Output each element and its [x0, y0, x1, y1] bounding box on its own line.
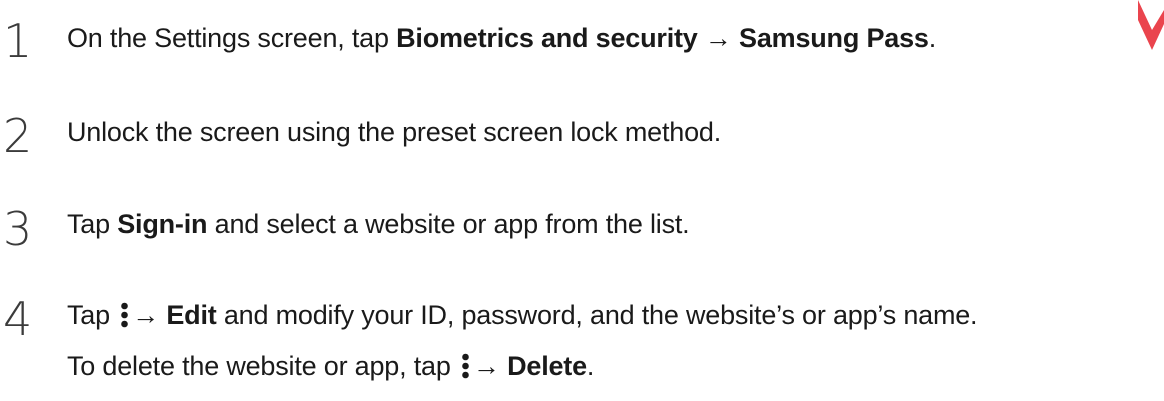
arrow-symbol: →: [472, 351, 508, 381]
step-number: 2: [3, 109, 33, 163]
step-bold-term: Delete: [507, 351, 587, 381]
step-bold-term: Edit: [166, 300, 217, 330]
step-number: 3: [3, 202, 33, 256]
step-text-suffix: .: [928, 23, 937, 53]
step-text: Unlock the screen using the preset scree…: [67, 117, 722, 147]
step-text: On the Settings screen, tap Biometrics a…: [67, 22, 936, 54]
step-number: 4: [3, 292, 33, 346]
subtext-suffix: .: [586, 351, 595, 381]
step-bold-term: Sign-in: [117, 209, 208, 239]
arrow-symbol: →: [132, 300, 167, 330]
more-options-icon: [121, 302, 129, 328]
watermark-mark: [1138, 0, 1164, 50]
step-text-suffix: and select a website or app from the lis…: [207, 209, 690, 239]
step-text-prefix: Tap: [67, 300, 118, 330]
step-bold-term: Biometrics and security: [396, 23, 698, 53]
more-options-icon: [462, 353, 469, 379]
step-number: 1: [3, 14, 33, 68]
step-text-suffix: and modify your ID, password, and the we…: [216, 300, 978, 330]
step-text: Tap → Edit and modify your ID, password,…: [67, 299, 978, 331]
step-text-prefix: Tap: [67, 209, 118, 239]
step-text: Tap Sign-in and select a website or app …: [67, 208, 690, 240]
step-subtext: To delete the website or app, tap → Dele…: [67, 350, 594, 382]
step-bold-term: Samsung Pass: [739, 23, 929, 53]
subtext-prefix: To delete the website or app, tap: [67, 351, 458, 381]
step-text-prefix: On the Settings screen, tap: [67, 23, 397, 53]
arrow-symbol: →: [697, 23, 740, 53]
